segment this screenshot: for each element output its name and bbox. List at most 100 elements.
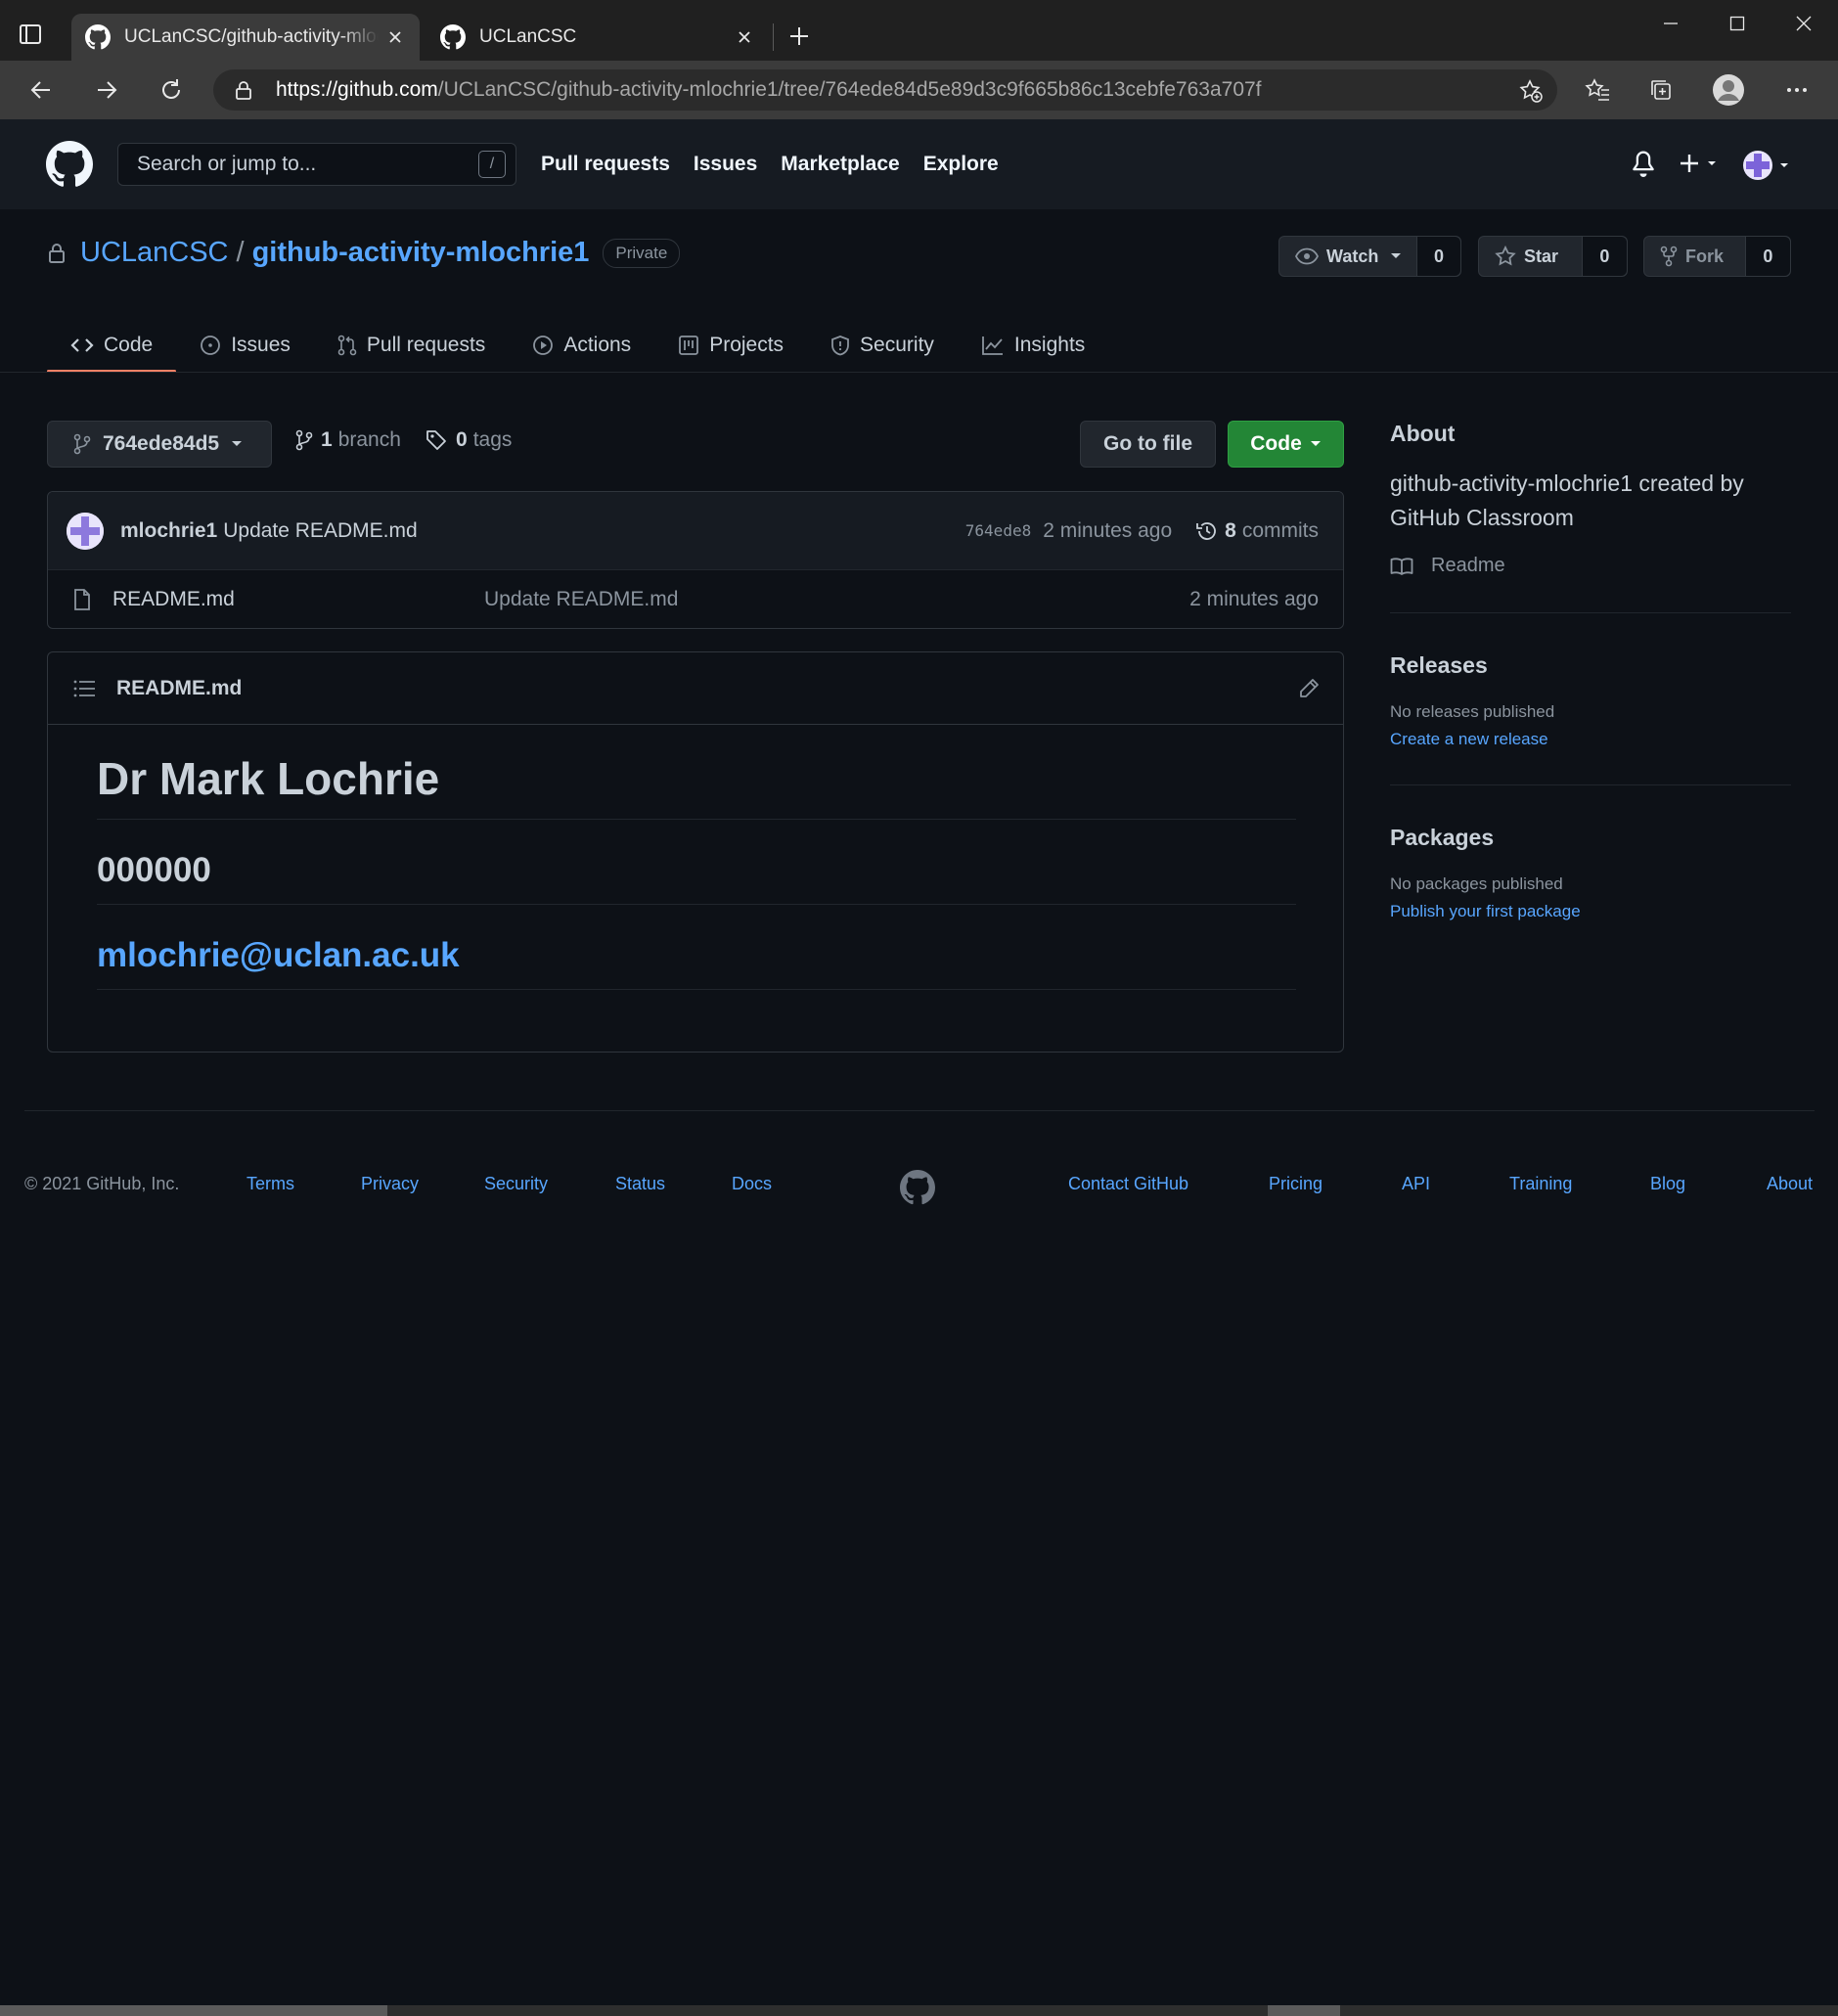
readme-email-link[interactable]: mlochrie@uclan.ac.uk	[97, 905, 1296, 990]
readme-link[interactable]: Readme	[1390, 555, 1791, 577]
refresh-icon[interactable]	[150, 68, 193, 112]
fork-button[interactable]: Fork 0	[1643, 236, 1791, 277]
tag-word: tags	[472, 428, 513, 451]
footer-link-contact[interactable]: Contact GitHub	[1068, 1174, 1188, 1194]
commit-author-link[interactable]: mlochrie1	[120, 519, 217, 543]
releases-title[interactable]: Releases	[1390, 652, 1791, 679]
nav-explore[interactable]: Explore	[923, 153, 999, 176]
code-download-button[interactable]: Code	[1228, 421, 1344, 468]
chevron-down-icon	[1390, 252, 1410, 260]
footer-link-privacy[interactable]: Privacy	[361, 1174, 419, 1194]
file-name-link[interactable]: README.md	[112, 588, 484, 611]
tab-code[interactable]: Code	[47, 318, 177, 373]
watch-count[interactable]: 0	[1417, 237, 1460, 276]
tab-pull-requests[interactable]: Pull requests	[314, 318, 509, 373]
publish-package-link[interactable]: Publish your first package	[1390, 902, 1791, 921]
repo-nav-divider	[0, 372, 1838, 373]
search-shortcut-key: /	[478, 151, 506, 178]
close-tab-icon[interactable]	[728, 21, 761, 54]
footer-link-security[interactable]: Security	[484, 1174, 548, 1194]
search-placeholder: Search or jump to...	[137, 153, 317, 175]
star-icon	[1495, 246, 1524, 267]
file-row[interactable]: README.md Update README.md 2 minutes ago	[48, 570, 1343, 628]
footer-link-about[interactable]: About	[1767, 1174, 1813, 1194]
file-commit-message-link[interactable]: Update README.md	[484, 588, 1189, 611]
sidebar-divider	[1390, 612, 1791, 613]
tab-actions[interactable]: Actions	[509, 318, 654, 373]
footer-link-training[interactable]: Training	[1509, 1174, 1572, 1194]
minimize-icon[interactable]	[1637, 0, 1704, 47]
back-icon[interactable]	[20, 68, 63, 112]
repo-name-link[interactable]: github-activity-mlochrie1	[252, 237, 590, 269]
tab-projects[interactable]: Projects	[654, 318, 807, 373]
tab-actions-icon[interactable]	[18, 22, 53, 55]
readme-id-number: 000000	[97, 820, 1296, 905]
forward-icon[interactable]	[85, 68, 128, 112]
commits-history-link[interactable]: 8 commits	[1195, 519, 1319, 543]
close-tab-icon[interactable]	[379, 21, 412, 54]
list-icon[interactable]	[73, 680, 95, 697]
footer-link-pricing[interactable]: Pricing	[1269, 1174, 1322, 1194]
search-input[interactable]: Search or jump to... /	[117, 143, 516, 186]
footer-link-status[interactable]: Status	[615, 1174, 665, 1194]
create-release-link[interactable]: Create a new release	[1390, 730, 1791, 749]
tab-insights[interactable]: Insights	[958, 318, 1108, 373]
tab-security[interactable]: Security	[807, 318, 958, 373]
watch-button[interactable]: Watch 0	[1278, 236, 1461, 277]
user-avatar[interactable]	[1741, 149, 1794, 182]
tags-link[interactable]: 0 tags	[425, 428, 512, 452]
tag-icon	[425, 428, 448, 452]
branches-link[interactable]: 1 branch	[295, 428, 401, 452]
tag-count: 0	[456, 428, 468, 451]
nav-marketplace[interactable]: Marketplace	[781, 153, 899, 176]
eye-icon	[1295, 247, 1326, 265]
nav-pull-requests[interactable]: Pull requests	[541, 153, 670, 176]
notifications-icon[interactable]	[1630, 149, 1657, 178]
readme-panel: README.md Dr Mark Lochrie 000000 mlochri…	[47, 651, 1344, 1053]
go-to-file-button[interactable]: Go to file	[1080, 421, 1216, 468]
sidebar-divider	[1390, 784, 1791, 785]
maximize-icon[interactable]	[1704, 0, 1771, 47]
favorites-icon[interactable]	[1576, 68, 1619, 112]
footer-link-terms[interactable]: Terms	[247, 1174, 294, 1194]
fork-count[interactable]: 0	[1745, 237, 1790, 276]
packages-title[interactable]: Packages	[1390, 825, 1791, 851]
commit-message-link[interactable]: Update README.md	[223, 519, 965, 543]
github-icon	[85, 24, 111, 50]
code-icon	[70, 336, 104, 355]
add-favorite-icon[interactable]	[1518, 78, 1544, 104]
collections-icon[interactable]	[1639, 68, 1682, 112]
star-button[interactable]: Star 0	[1478, 236, 1628, 277]
address-bar[interactable]: https://github.com/UCLanCSC/github-activ…	[213, 69, 1557, 111]
footer-link-docs[interactable]: Docs	[732, 1174, 772, 1194]
repo-owner-link[interactable]: UCLanCSC	[80, 237, 229, 269]
about-description: github-activity-mlochrie1 created by Git…	[1390, 470, 1744, 530]
profile-icon[interactable]	[1707, 68, 1750, 112]
tab-title: UCLanCSC	[479, 26, 577, 47]
tab-issues[interactable]: Issues	[176, 318, 314, 373]
horizontal-scrollbar[interactable]	[0, 2005, 1838, 2016]
star-count[interactable]: 0	[1582, 237, 1627, 276]
avatar[interactable]	[67, 512, 104, 550]
lock-icon[interactable]	[233, 79, 254, 101]
tab-separator	[773, 23, 774, 51]
packages-empty-text: No packages published	[1390, 874, 1563, 893]
close-window-icon[interactable]	[1771, 0, 1837, 47]
create-new-icon[interactable]	[1679, 149, 1722, 178]
new-tab-icon[interactable]	[783, 20, 816, 53]
branch-count: 1	[321, 428, 333, 451]
github-logo-icon[interactable]	[46, 141, 93, 188]
github-mark-icon[interactable]	[900, 1170, 935, 1205]
pencil-icon[interactable]	[1298, 678, 1320, 699]
footer-link-blog[interactable]: Blog	[1650, 1174, 1685, 1194]
branch-select-button[interactable]: 764ede84d5	[47, 421, 272, 468]
scrollbar-thumb[interactable]	[0, 2005, 387, 2016]
nav-issues[interactable]: Issues	[694, 153, 757, 176]
footer-link-api[interactable]: API	[1402, 1174, 1430, 1194]
more-options-icon[interactable]	[1775, 68, 1818, 112]
commit-sha-link[interactable]: 764ede8	[965, 521, 1031, 540]
commit-time: 2 minutes ago	[1043, 518, 1173, 542]
scrollbar-thumb[interactable]	[1268, 2005, 1340, 2016]
browser-tab-org[interactable]: UCLanCSC	[426, 14, 769, 61]
browser-tab-repo[interactable]: UCLanCSC/github-activity-mlochrie1	[71, 14, 420, 61]
